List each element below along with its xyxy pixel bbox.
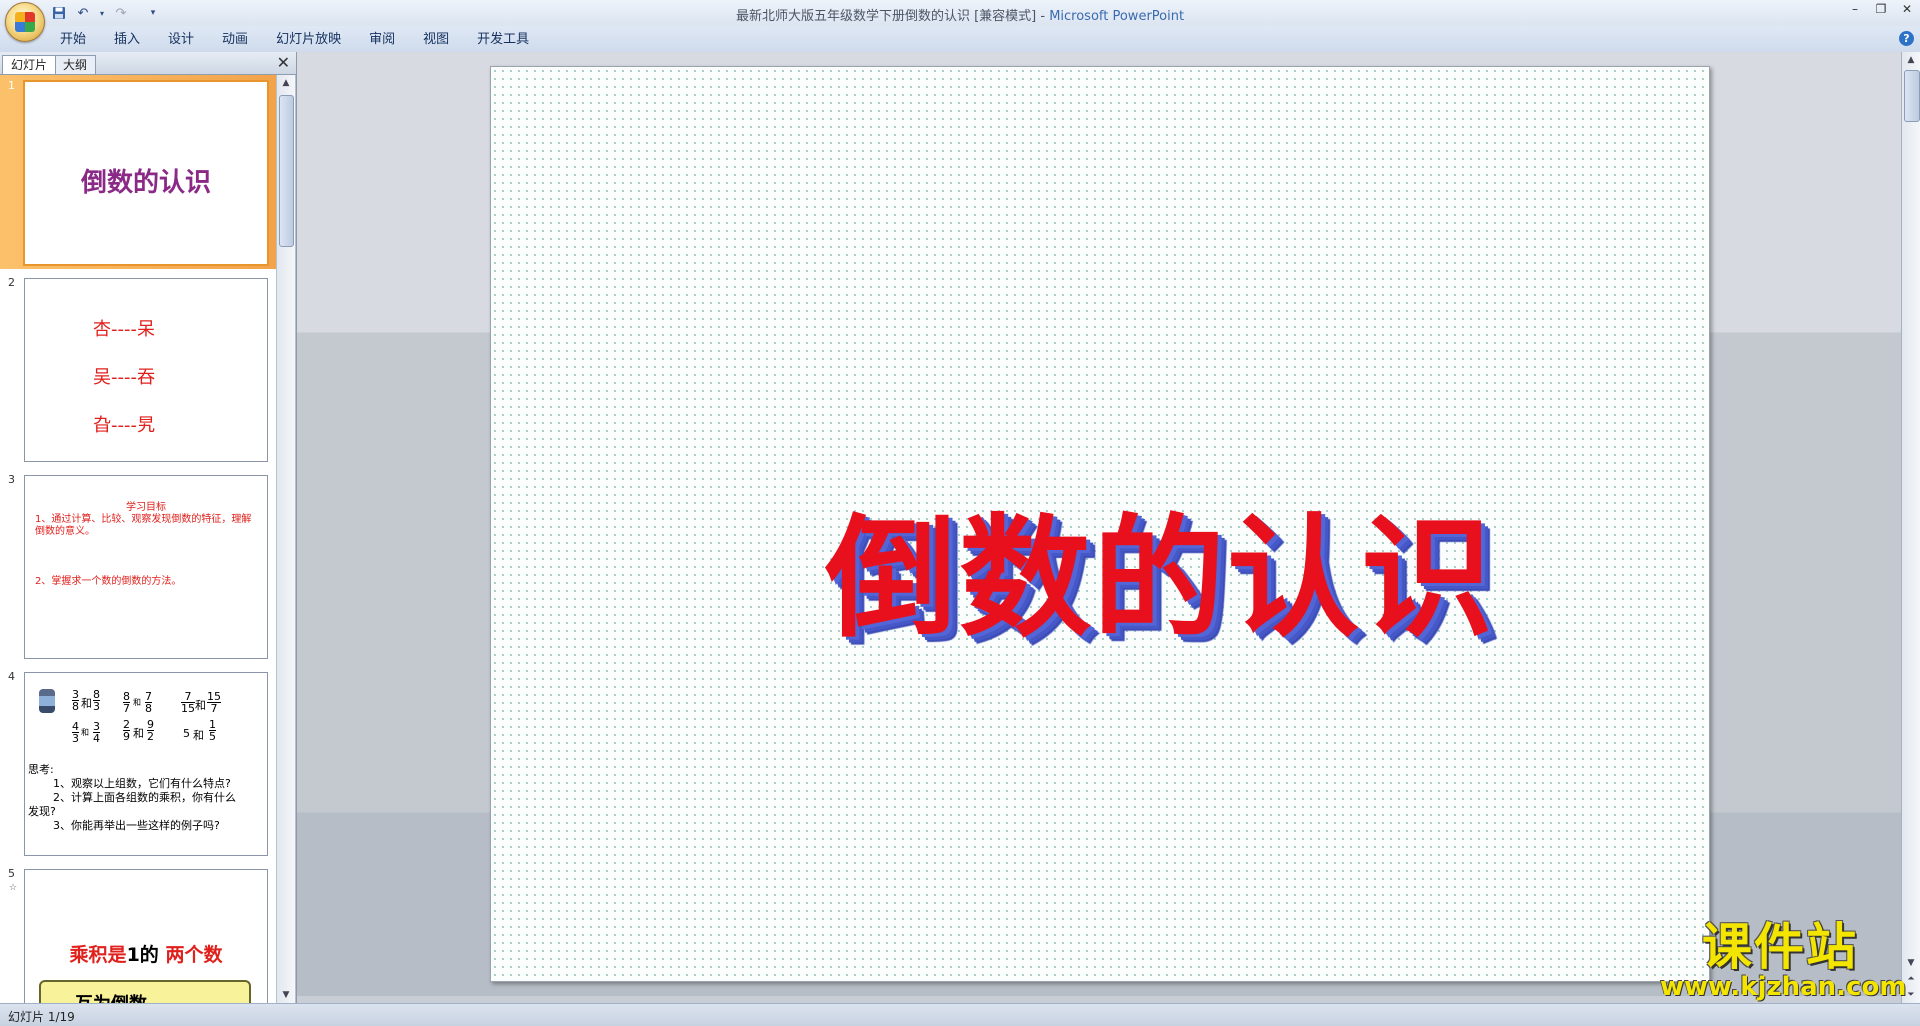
current-slide[interactable]: 倒数的认识 xyxy=(490,66,1710,982)
and-label: 和 xyxy=(81,697,92,710)
watermark-logo: 课件站 www.kjzhan.com xyxy=(1660,918,1907,1002)
tab-insert[interactable]: 插入 xyxy=(102,29,152,51)
fraction: 87 xyxy=(123,690,130,715)
character-icon xyxy=(39,689,55,713)
slides-pane: 幻灯片 大纲 ✕ 1 倒数的认识 2 杏----呆 吴----吞 旮----旯 … xyxy=(0,52,297,1003)
scroll-up-icon[interactable]: ▲ xyxy=(277,75,295,91)
title-separator: - xyxy=(1036,9,1050,24)
slide-thumbnail-4[interactable]: 4 38 和 83 87 和 78 7 15 和 15 7 43 和 34 29 和… xyxy=(0,666,276,860)
question-line: 2、计算上面各组数的乘积，你有什么 xyxy=(53,791,236,804)
question-line: 1、观察以上组数，它们有什么特点? xyxy=(53,777,231,790)
product-text: 乘积是1的 两个数 xyxy=(69,944,223,966)
ribbon-tabs: 开始 插入 设计 动画 幻灯片放映 审阅 视图 开发工具 xyxy=(48,29,545,51)
slide-thumbnail-5[interactable]: 5 ☆ 乘积是1的 两个数 互为倒数 xyxy=(0,863,276,1003)
window-controls: – ❐ ✕ xyxy=(1842,0,1920,18)
think-label: 思考: xyxy=(28,763,54,776)
fraction: 34 xyxy=(93,720,100,745)
app-name: Microsoft PowerPoint xyxy=(1049,9,1185,24)
tab-design[interactable]: 设计 xyxy=(156,29,206,51)
window-title: 最新北师大版五年级数学下册倒数的认识 [兼容模式] - Microsoft Po… xyxy=(0,5,1920,24)
goal-heading: 学习目标 xyxy=(126,502,166,513)
slide-editing-area: 倒数的认识 xyxy=(297,52,1901,1003)
vertical-scrollbar[interactable]: ▲ ▼ ⏶ ⏷ xyxy=(1901,52,1920,1003)
thumbnail-scrollbar[interactable]: ▲ ▼ xyxy=(277,75,295,1003)
scrollbar-thumb[interactable] xyxy=(279,95,294,247)
fraction: 29 xyxy=(123,718,130,743)
slide-thumbnail-2[interactable]: 2 杏----呆 吴----吞 旮----旯 xyxy=(0,272,276,466)
fraction: 43 xyxy=(72,720,79,745)
restore-icon[interactable]: ❐ xyxy=(1868,0,1894,18)
scroll-down-icon[interactable]: ▼ xyxy=(1902,955,1920,971)
thumbnail-canvas: 38 和 83 87 和 78 7 15 和 15 7 43 和 34 29 和 9… xyxy=(24,672,268,856)
title-bar: ↶ ▾ ↷ ▾ 最新北师大版五年级数学下册倒数的认识 [兼容模式] - Micr… xyxy=(0,0,1920,42)
fraction: 15 xyxy=(209,718,216,743)
slide-thumbnail-3[interactable]: 3 学习目标 1、通过计算、比较、观察发现倒数的特征，理解倒数的意义。 2、掌握… xyxy=(0,469,276,663)
animation-icon: ☆ xyxy=(9,883,18,893)
slide-number: 4 xyxy=(8,670,15,683)
office-button[interactable] xyxy=(5,2,45,42)
and-label: 和 xyxy=(193,729,204,742)
whole-number: 5 xyxy=(183,727,190,740)
tab-slides[interactable]: 幻灯片 xyxy=(2,55,57,74)
question-line: 发现? xyxy=(28,805,56,818)
watermark-text: 课件站 xyxy=(1702,918,1858,976)
question-line: 3、你能再举出一些这样的例子吗? xyxy=(53,819,220,832)
slide-thumbnail-1[interactable]: 1 倒数的认识 xyxy=(0,75,276,269)
tab-developer[interactable]: 开发工具 xyxy=(465,29,541,51)
status-bar: 幻灯片 1/19 xyxy=(0,1003,1920,1026)
riddle-line: 杏----呆 xyxy=(93,319,155,340)
tab-slide-show[interactable]: 幻灯片放映 xyxy=(264,29,353,51)
fraction: 7 15 xyxy=(181,690,195,715)
fraction: 38 xyxy=(72,688,79,713)
slide-number: 2 xyxy=(8,276,15,289)
scroll-banner-text: 互为倒数 xyxy=(75,990,147,1003)
close-icon[interactable]: ✕ xyxy=(1894,0,1920,18)
and-label: 和 xyxy=(133,698,141,707)
thumbnail-canvas: 乘积是1的 两个数 互为倒数 xyxy=(24,869,268,1003)
scrollbar-thumb[interactable] xyxy=(1904,70,1920,122)
scroll-up-icon[interactable]: ▲ xyxy=(1902,52,1920,68)
thumbnail-canvas: 学习目标 1、通过计算、比较、观察发现倒数的特征，理解倒数的意义。 2、掌握求一… xyxy=(24,475,268,659)
and-label: 和 xyxy=(195,699,206,712)
slide-thumbnail-list: 1 倒数的认识 2 杏----呆 吴----吞 旮----旯 3 学习目标 1、… xyxy=(0,75,276,1003)
tab-review[interactable]: 审阅 xyxy=(357,29,407,51)
slide-number: 1 xyxy=(8,79,15,92)
slide-number: 5 xyxy=(8,867,15,880)
and-label: 和 xyxy=(81,728,89,737)
pane-tabs: 幻灯片 大纲 ✕ xyxy=(0,52,296,75)
fraction: 83 xyxy=(93,688,100,713)
riddle-line: 旮----旯 xyxy=(93,415,155,436)
scroll-down-icon[interactable]: ▼ xyxy=(277,987,295,1003)
fraction: 15 7 xyxy=(207,690,221,715)
close-icon[interactable]: ✕ xyxy=(277,52,290,74)
riddle-line: 吴----吞 xyxy=(93,367,155,388)
slide-counter: 幻灯片 1/19 xyxy=(8,1010,75,1024)
watermark-url: www.kjzhan.com xyxy=(1660,972,1907,1002)
goal-line: 2、掌握求一个数的倒数的方法。 xyxy=(35,576,182,587)
thumbnail-canvas: 倒数的认识 xyxy=(23,80,269,266)
slide-title[interactable]: 倒数的认识 xyxy=(491,472,1709,663)
tab-animations[interactable]: 动画 xyxy=(210,29,260,51)
ribbon-tab-bar: 开始 插入 设计 动画 幻灯片放映 审阅 视图 开发工具 ? xyxy=(0,26,1920,53)
fraction: 78 xyxy=(145,690,152,715)
office-logo-icon xyxy=(15,12,35,32)
tab-outline[interactable]: 大纲 xyxy=(54,55,97,74)
tab-home[interactable]: 开始 xyxy=(48,29,98,51)
thumbnail-canvas: 杏----呆 吴----吞 旮----旯 xyxy=(24,278,268,462)
goal-line: 1、通过计算、比较、观察发现倒数的特征，理解倒数的意义。 xyxy=(35,514,252,537)
tab-view[interactable]: 视图 xyxy=(411,29,461,51)
fraction: 92 xyxy=(147,718,154,743)
minimize-icon[interactable]: – xyxy=(1842,0,1868,18)
thumbnail-title: 倒数的认识 xyxy=(80,168,211,198)
slide-number: 3 xyxy=(8,473,15,486)
help-icon[interactable]: ? xyxy=(1899,31,1914,46)
and-label: 和 xyxy=(133,727,144,740)
document-title: 最新北师大版五年级数学下册倒数的认识 [兼容模式] xyxy=(735,9,1037,24)
